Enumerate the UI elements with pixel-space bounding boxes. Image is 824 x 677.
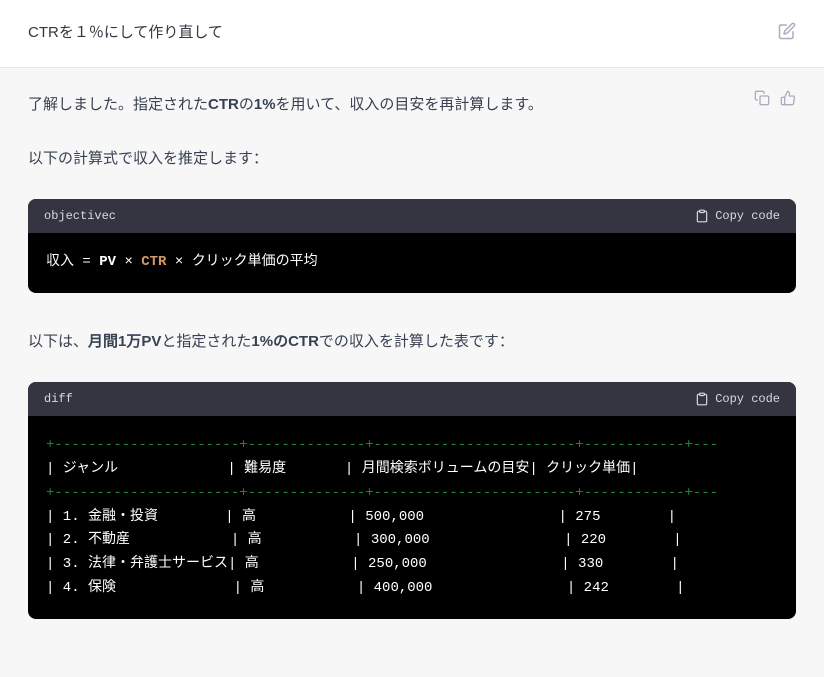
assistant-paragraph-3: 以下は、月間1万PVと指定された1%のCTRでの収入を計算した表です： [28, 329, 796, 355]
tok-ctr: CTR [141, 254, 166, 270]
tok-times2: × [175, 254, 183, 270]
copy-code-button[interactable]: Copy code [695, 209, 780, 223]
code-header: diff Copy code [28, 382, 796, 416]
assistant-paragraph-2: 以下の計算式で収入を推定します： [28, 146, 796, 172]
clipboard-icon [695, 392, 709, 406]
assistant-paragraph-1: 了解しました。指定されたCTRの1%を用いて、収入の目安を再計算します。 [28, 92, 796, 118]
edit-icon[interactable] [778, 22, 796, 45]
code-block-formula: objectivec Copy code 収入 = PV × CTR × クリッ… [28, 199, 796, 293]
para1-plain: 了解しました。指定されたCTRの1%を用いて、収入の目安を再計算します。 [28, 96, 543, 113]
copy-code-button[interactable]: Copy code [695, 392, 780, 406]
clipboard-icon [695, 209, 709, 223]
code-header: objectivec Copy code [28, 199, 796, 233]
code-body-formula: 収入 = PV × CTR × クリック単価の平均 [28, 233, 796, 293]
assistant-message-block: 了解しました。指定されたCTRの1%を用いて、収入の目安を再計算します。 以下の… [0, 68, 824, 659]
user-message-block: CTRを１％にして作り直して [0, 0, 824, 68]
tok-rest: クリック単価の平均 [192, 254, 318, 270]
code-lang-label: objectivec [44, 209, 116, 223]
copy-code-label: Copy code [715, 392, 780, 406]
copy-icon[interactable] [754, 90, 770, 111]
thumbs-up-icon[interactable] [780, 90, 796, 111]
copy-code-label: Copy code [715, 209, 780, 223]
tok-income: 収入 [46, 254, 74, 270]
code-block-table: diff Copy code +----------------------+-… [28, 382, 796, 619]
tok-times: × [124, 254, 132, 270]
tok-eq: = [82, 254, 90, 270]
assistant-actions [754, 90, 796, 111]
code-lang-label: diff [44, 392, 73, 406]
tok-pv: PV [99, 254, 116, 270]
para3-plain: 以下は、月間1万PVと指定された1%のCTRでの収入を計算した表です： [28, 333, 514, 350]
user-message-text: CTRを１％にして作り直して [28, 22, 223, 45]
code-body-table: +----------------------+--------------+-… [28, 416, 796, 619]
